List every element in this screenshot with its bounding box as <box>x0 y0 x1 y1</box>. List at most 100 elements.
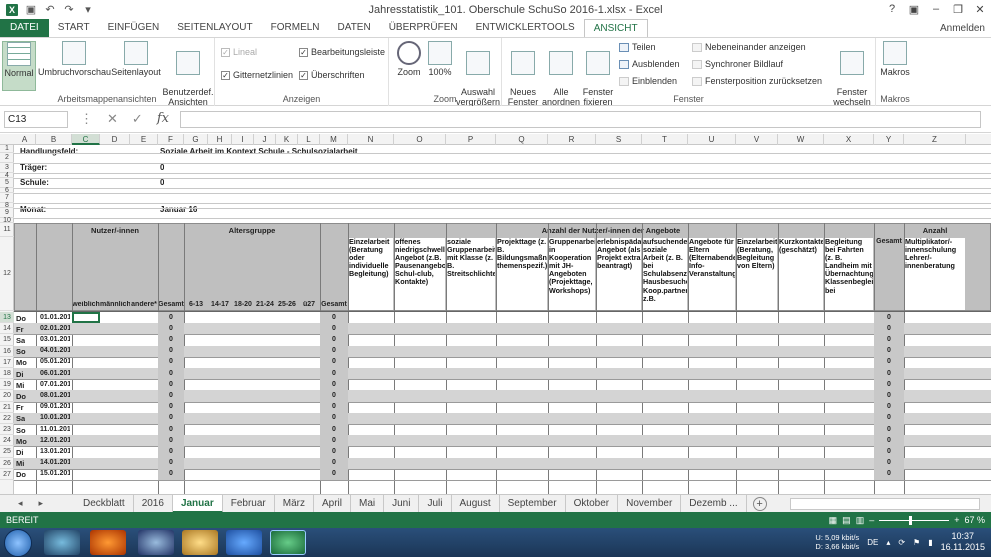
more-options-icon[interactable]: ⋮ <box>80 111 93 127</box>
sum-nutzer-cell[interactable]: 0 <box>158 370 184 377</box>
selected-cell[interactable] <box>72 312 100 324</box>
tab-ansicht[interactable]: ANSICHT <box>583 19 648 37</box>
sum-nutzer-cell[interactable]: 0 <box>158 381 184 388</box>
formula-input[interactable] <box>180 111 981 128</box>
weekday-cell[interactable]: Sa <box>16 336 25 345</box>
tab-datei[interactable]: DATEI <box>0 19 49 37</box>
date-cell[interactable]: 07.01.2016 <box>40 381 70 388</box>
prev-sheet-icon[interactable]: ◂ <box>18 498 23 509</box>
horizontal-scrollbar[interactable] <box>790 498 980 510</box>
weekday-cell[interactable]: So <box>16 426 26 435</box>
date-cell[interactable]: 02.01.2016 <box>40 325 70 332</box>
zoom-button[interactable]: Zoom <box>393 41 425 77</box>
zoom-out-button[interactable]: – <box>869 512 874 528</box>
sum-nutzer-cell[interactable]: 0 <box>158 392 184 399</box>
hide-button[interactable]: Ausblenden <box>619 59 680 69</box>
normal-view-status-icon[interactable]: ▦ <box>829 512 838 528</box>
language-indicator[interactable]: DE <box>867 538 878 547</box>
sum-alter-cell[interactable]: 0 <box>320 392 348 399</box>
sum-angebote-cell[interactable]: 0 <box>874 426 904 433</box>
sign-in-link[interactable]: Anmelden <box>940 20 991 37</box>
date-cell[interactable]: 01.01.2016 <box>40 314 70 321</box>
date-cell[interactable]: 14.01.2016 <box>40 459 70 466</box>
sum-angebote-cell[interactable]: 0 <box>874 381 904 388</box>
sheet-tab[interactable]: Mai <box>351 494 385 513</box>
minimize-icon[interactable]: – <box>925 3 947 16</box>
sum-nutzer-cell[interactable]: 0 <box>158 358 184 365</box>
macros-button[interactable]: Makros <box>878 41 912 77</box>
weekday-cell[interactable]: So <box>16 347 26 356</box>
reset-window-position-button[interactable]: Fensterposition zurücksetzen <box>692 76 822 86</box>
sum-angebote-cell[interactable]: 0 <box>874 470 904 477</box>
weekday-cell[interactable]: Di <box>16 448 24 457</box>
taskbar-app-icon[interactable] <box>44 530 80 555</box>
page-layout-button[interactable]: Seitenlayout <box>111 41 161 77</box>
sum-angebote-cell[interactable]: 0 <box>874 370 904 377</box>
sheet-tab[interactable]: September <box>500 494 566 513</box>
sheet-tab[interactable]: Deckblatt <box>75 494 134 513</box>
sum-nutzer-cell[interactable]: 0 <box>158 414 184 421</box>
sum-angebote-cell[interactable]: 0 <box>874 347 904 354</box>
date-cell[interactable]: 15.01.2016 <box>40 470 70 477</box>
redo-icon[interactable]: ↷ <box>63 4 75 16</box>
sum-angebote-cell[interactable]: 0 <box>874 325 904 332</box>
enter-icon[interactable]: ✓ <box>132 111 143 127</box>
restore-icon[interactable]: ❐ <box>947 3 969 16</box>
sum-nutzer-cell[interactable]: 0 <box>158 403 184 410</box>
sheet-tab[interactable]: November <box>618 494 682 513</box>
sum-nutzer-cell[interactable]: 0 <box>158 426 184 433</box>
ribbon-display-icon[interactable]: ▣ <box>903 3 925 16</box>
tray-sync-icon[interactable]: ⟳ <box>898 538 905 547</box>
date-cell[interactable]: 11.01.2016 <box>40 426 70 433</box>
sheet-tab[interactable]: Januar <box>172 494 223 513</box>
date-cell[interactable]: 04.01.2016 <box>40 347 70 354</box>
tab-start[interactable]: START <box>49 19 99 37</box>
sum-nutzer-cell[interactable]: 0 <box>158 448 184 455</box>
start-button[interactable] <box>4 529 32 557</box>
sum-alter-cell[interactable]: 0 <box>320 448 348 455</box>
sum-nutzer-cell[interactable]: 0 <box>158 437 184 444</box>
sheet-tab[interactable]: 2016 <box>134 494 173 513</box>
undo-icon[interactable]: ↶ <box>44 4 56 16</box>
sum-nutzer-cell[interactable]: 0 <box>158 459 184 466</box>
date-cell[interactable]: 08.01.2016 <box>40 392 70 399</box>
zoom-slider[interactable] <box>879 515 950 525</box>
sheet-tab[interactable]: April <box>314 494 351 513</box>
customize-qat-icon[interactable]: ▾ <box>82 4 94 16</box>
date-cell[interactable]: 10.01.2016 <box>40 414 70 421</box>
date-cell[interactable]: 05.01.2016 <box>40 358 70 365</box>
zoom-slider-thumb[interactable] <box>909 515 913 525</box>
page-break-preview-button[interactable]: Umbruchvorschau <box>38 41 111 77</box>
sum-angebote-cell[interactable]: 0 <box>874 459 904 466</box>
split-button[interactable]: Teilen <box>619 42 656 52</box>
sum-nutzer-cell[interactable]: 0 <box>158 314 184 321</box>
weekday-cell[interactable]: Mo <box>16 358 27 367</box>
sheet-tab[interactable]: Februar <box>223 494 275 513</box>
help-icon[interactable]: ? <box>881 3 903 16</box>
sheet-tab[interactable]: August <box>452 494 500 513</box>
sum-alter-cell[interactable]: 0 <box>320 414 348 421</box>
ruler-checkbox[interactable]: ✓ Lineal <box>221 47 257 57</box>
sum-alter-cell[interactable]: 0 <box>320 347 348 354</box>
sum-angebote-cell[interactable]: 0 <box>874 414 904 421</box>
page-break-status-icon[interactable]: ▥ <box>856 512 865 528</box>
weekday-cell[interactable]: Mo <box>16 437 27 446</box>
sum-angebote-cell[interactable]: 0 <box>874 437 904 444</box>
weekday-cell[interactable]: Fr <box>16 403 24 412</box>
side-by-side-button[interactable]: Nebeneinander anzeigen <box>692 42 806 52</box>
name-box[interactable]: C13 <box>4 111 68 128</box>
tray-signal-icon[interactable]: ▮ <box>928 538 932 547</box>
tab-einfuegen[interactable]: EINFÜGEN <box>99 19 169 37</box>
sum-angebote-cell[interactable]: 0 <box>874 336 904 343</box>
sum-alter-cell[interactable]: 0 <box>320 381 348 388</box>
date-cell[interactable]: 06.01.2016 <box>40 370 70 377</box>
sum-alter-cell[interactable]: 0 <box>320 370 348 377</box>
sum-alter-cell[interactable]: 0 <box>320 470 348 477</box>
sheet-tab[interactable]: Oktober <box>566 494 619 513</box>
sync-scroll-button[interactable]: Synchroner Bildlauf <box>692 59 783 69</box>
sheet-tab[interactable]: Juni <box>384 494 420 513</box>
tab-entwicklertools[interactable]: ENTWICKLERTOOLS <box>467 19 584 37</box>
tab-daten[interactable]: DATEN <box>329 19 380 37</box>
sum-nutzer-cell[interactable]: 0 <box>158 336 184 343</box>
weekday-cell[interactable]: Do <box>16 470 26 479</box>
